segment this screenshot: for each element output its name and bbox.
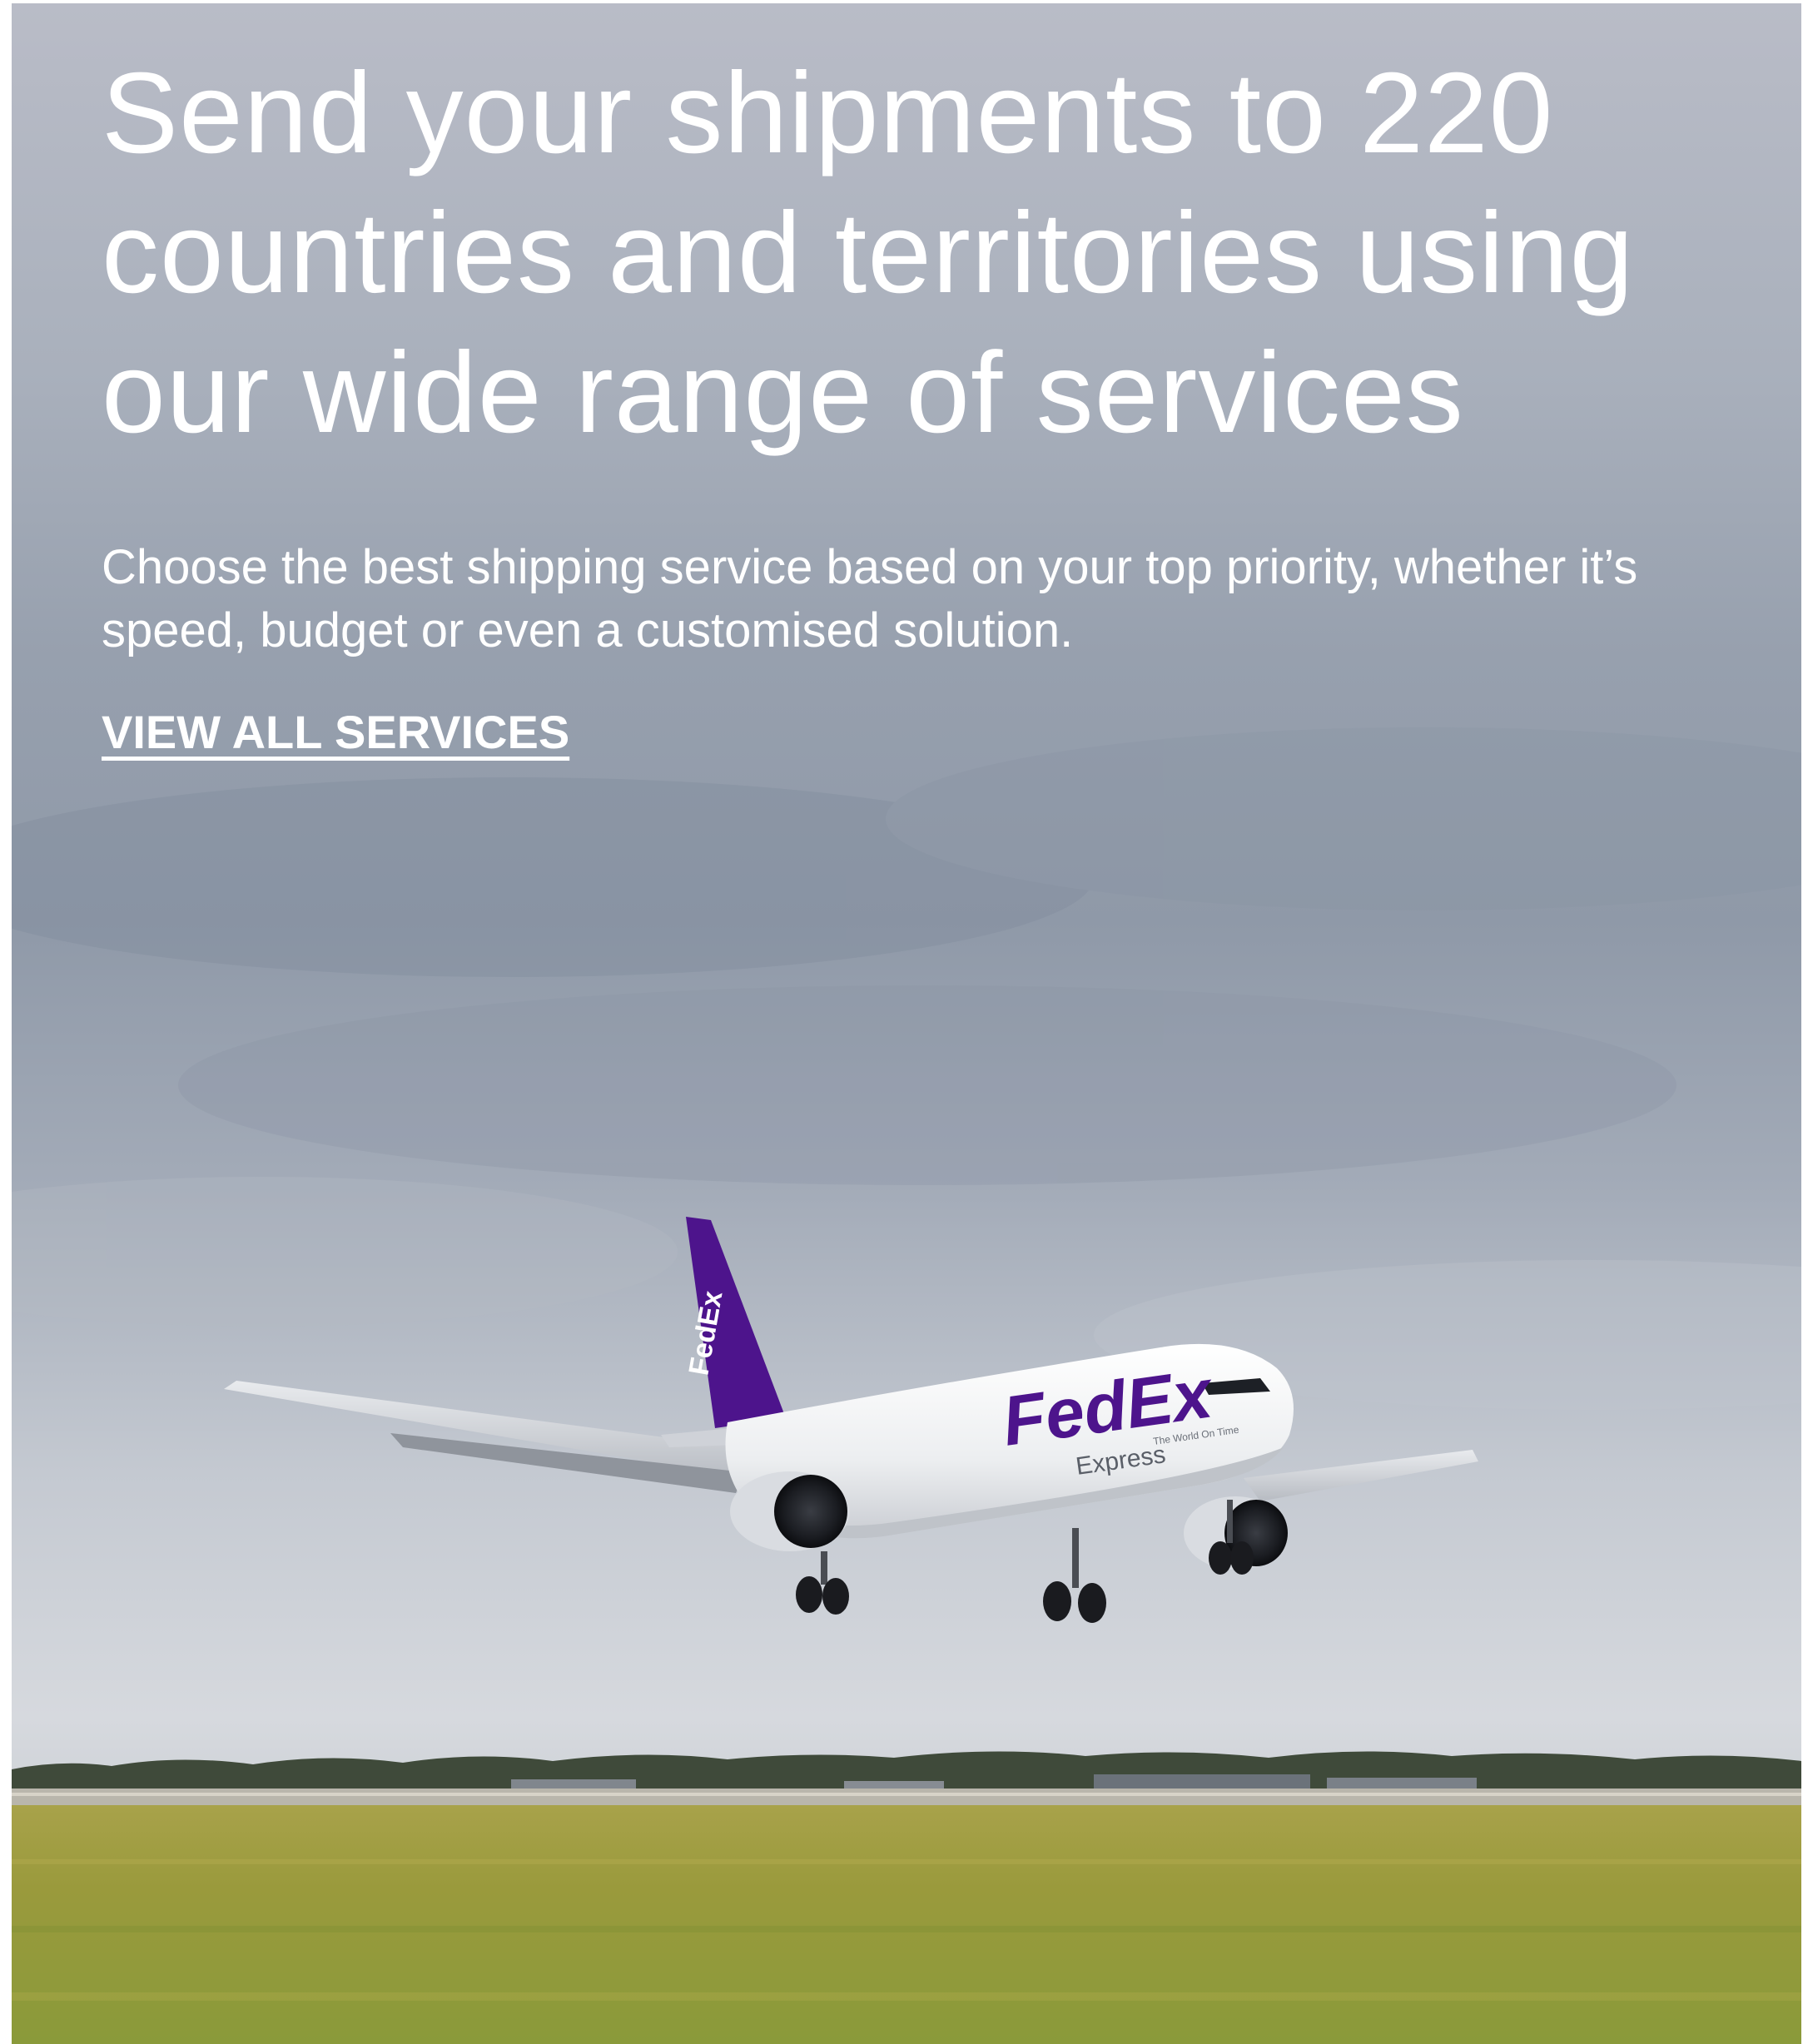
grass-field [12,1805,1801,2044]
runway [12,1788,1801,1805]
view-all-services-link[interactable]: VIEW ALL SERVICES [102,702,569,762]
hero-banner: FedEx FedEx Express The World On Time Se… [12,3,1801,2044]
hero-headline: Send your shipments to 220 countries and… [102,49,1635,457]
horizon-treeline [12,1751,1801,1791]
hero-subtext: Choose the best shipping service based o… [102,540,1638,657]
clouds [12,727,1801,1410]
